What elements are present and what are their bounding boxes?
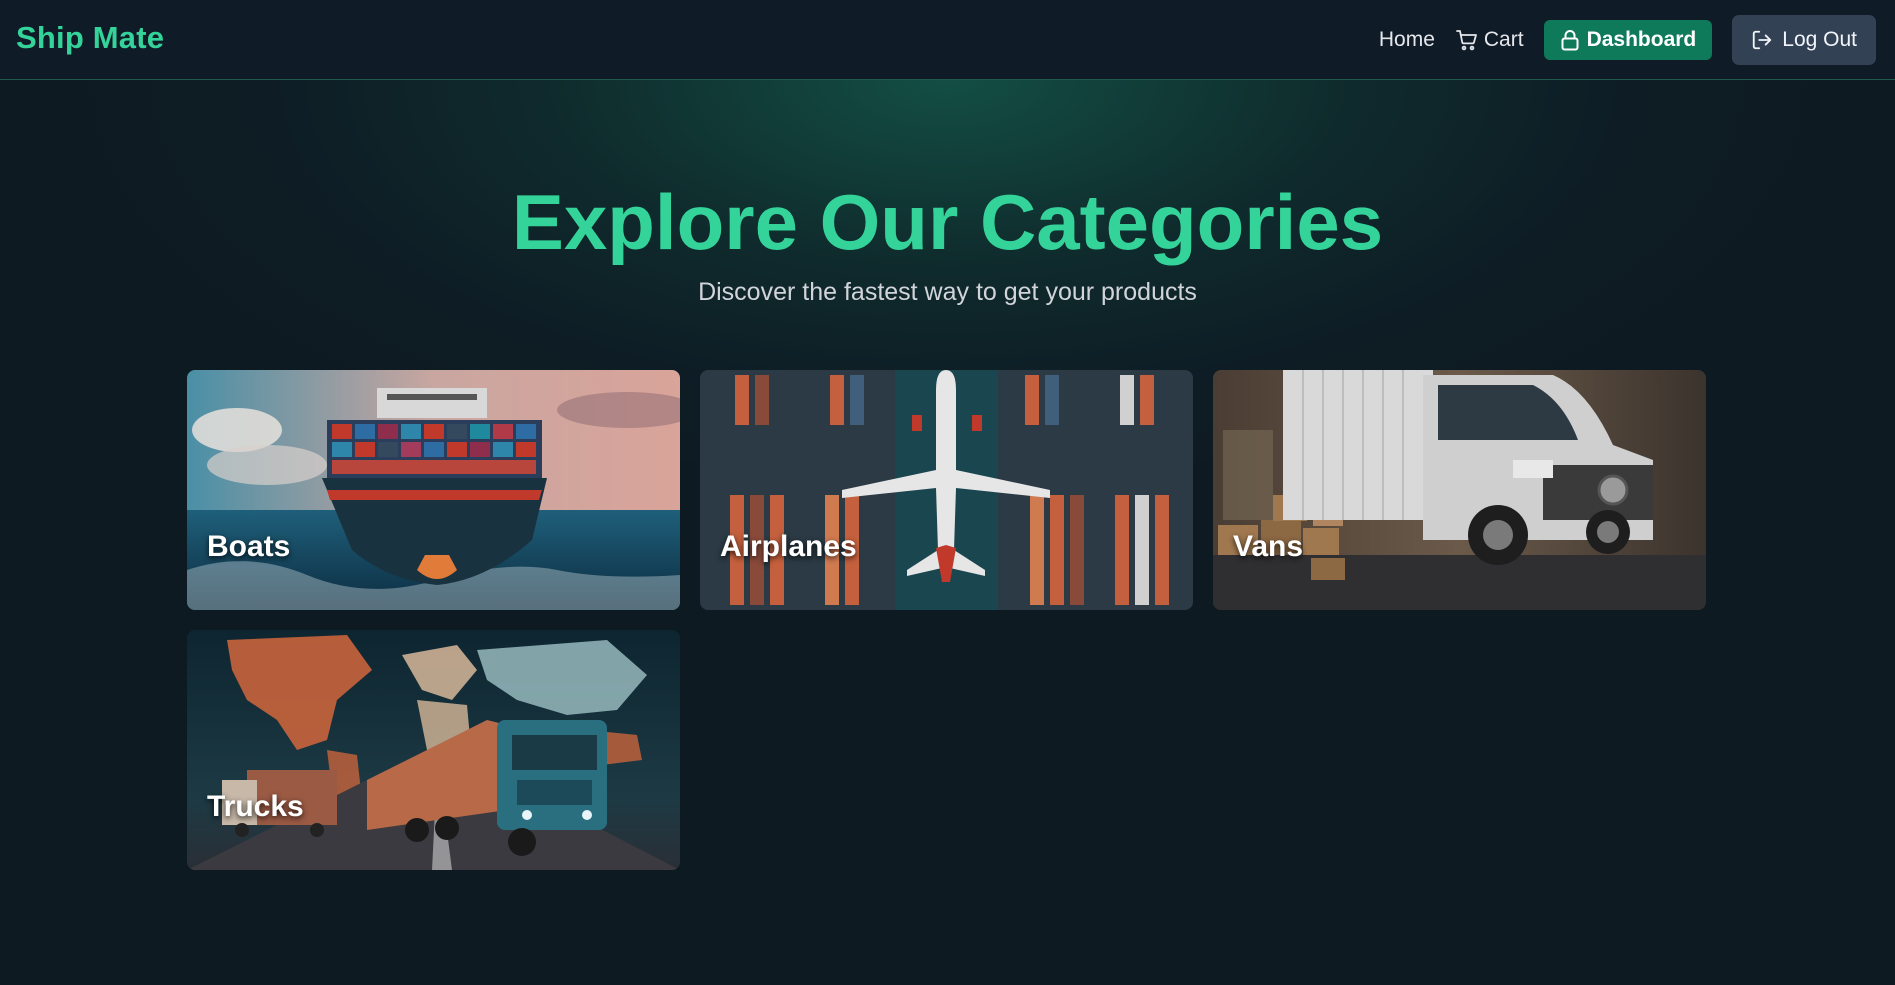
trucks-world-map-image	[187, 630, 680, 870]
nav-actions: Home Cart Dashboard Log Out	[1379, 15, 1876, 65]
cart-label: Cart	[1483, 28, 1524, 51]
category-card-boats[interactable]: Boats	[187, 370, 680, 610]
logout-button[interactable]: Log Out	[1732, 15, 1876, 65]
lock-icon	[1561, 30, 1579, 51]
page-subtitle: Discover the fastest way to get your pro…	[698, 278, 1197, 306]
airplane-image	[700, 370, 1193, 610]
category-card-vans[interactable]: Vans	[1213, 370, 1706, 610]
dashboard-label: Dashboard	[1586, 28, 1697, 51]
cart-link[interactable]: Cart	[1455, 28, 1524, 52]
category-label-trucks: Trucks	[207, 790, 304, 823]
top-navbar: Ship Mate Home Cart Dashboard Log Out	[0, 0, 1895, 80]
category-card-airplanes[interactable]: Airplanes	[700, 370, 1193, 610]
dashboard-button[interactable]: Dashboard	[1543, 20, 1713, 60]
category-label-airplanes: Airplanes	[720, 530, 857, 563]
container-ship-image	[187, 370, 680, 610]
logout-icon	[1753, 30, 1772, 50]
brand-logo[interactable]: Ship Mate	[16, 20, 164, 56]
category-label-vans: Vans	[1233, 530, 1304, 563]
category-label-boats: Boats	[207, 530, 291, 563]
cart-icon	[1455, 30, 1477, 51]
page-title: Explore Our Categories	[511, 178, 1384, 266]
category-card-trucks[interactable]: Trucks	[187, 630, 680, 870]
delivery-van-image	[1213, 370, 1706, 610]
home-link[interactable]: Home	[1379, 28, 1435, 52]
logout-label: Log Out	[1782, 28, 1857, 51]
